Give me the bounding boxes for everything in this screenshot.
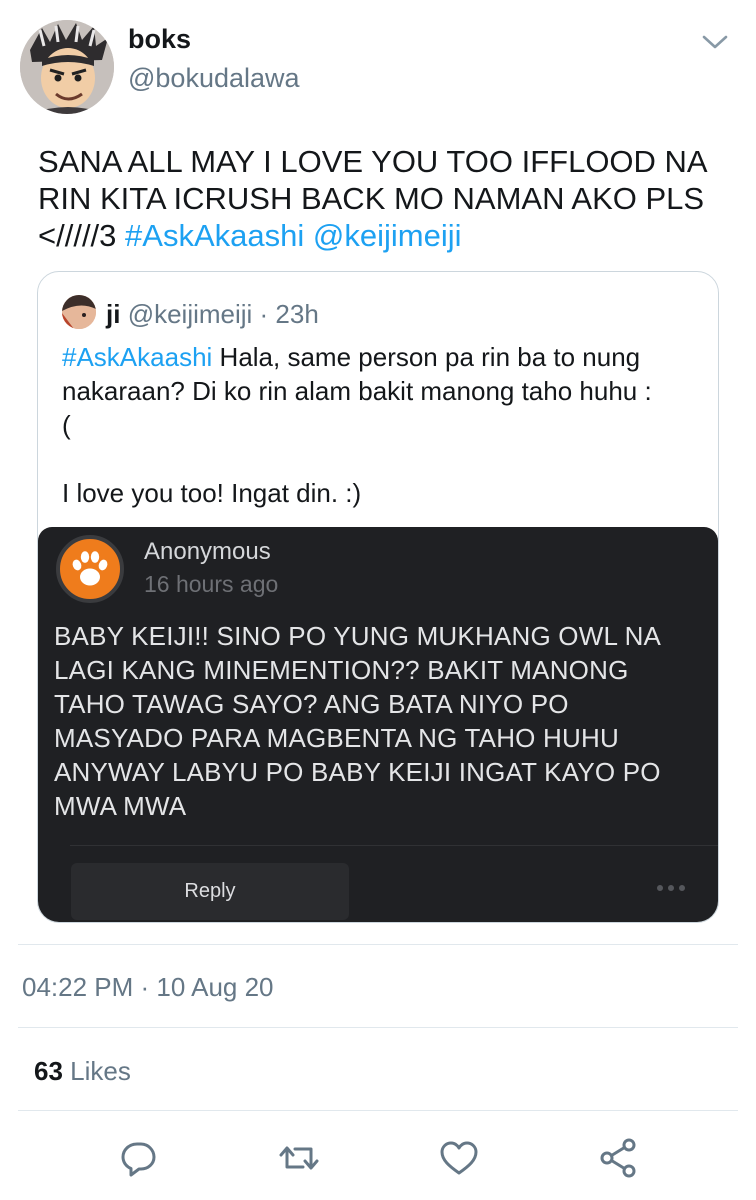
anonymous-question-card: Anonymous 16 hours ago BABY KEIJI!! SINO…: [38, 527, 718, 922]
more-dots-icon[interactable]: [656, 880, 686, 891]
tweet-timestamp[interactable]: 04:22 PM · 10 Aug 20: [22, 972, 274, 1003]
question-line: BABY KEIJI!! SINO PO YUNG MUKHANG OWL NA: [54, 621, 662, 651]
question-line: MASYADO PARA MAGBENTA NG TAHO HUHU: [54, 723, 619, 753]
likes-label: Likes: [70, 1056, 131, 1086]
mention-link[interactable]: @keijimeiji: [313, 218, 462, 253]
author-avatar[interactable]: [20, 20, 114, 114]
quoted-author-avatar[interactable]: [62, 295, 96, 329]
tweet-text-line: </////3 #AskAkaashi @keijimeiji: [38, 217, 728, 254]
divider: [18, 944, 738, 945]
anonymous-sender: Anonymous: [144, 538, 271, 565]
divider: [18, 1027, 738, 1028]
question-line: ANYWAY LABYU PO BABY KEIJI INGAT KAYO PO: [54, 757, 661, 787]
reply-button[interactable]: Reply: [71, 863, 349, 920]
question-line: TAHO TAWAG SAYO? ANG BATA NIYO PO: [54, 689, 569, 719]
likes-count[interactable]: 63 Likes: [34, 1056, 131, 1087]
question-message: BABY KEIJI!! SINO PO YUNG MUKHANG OWL NA…: [54, 619, 704, 823]
paw-icon: [72, 551, 108, 586]
quoted-meta: @keijimeiji · 23h: [127, 299, 319, 329]
question-time: 16 hours ago: [144, 571, 279, 597]
question-line: LAGI KANG MINEMENTION?? BAKIT MANONG: [54, 655, 629, 685]
quoted-text-line: I love you too! Ingat din. :): [62, 478, 362, 508]
author-avatar-illustration: [20, 20, 114, 114]
likes-number: 63: [34, 1056, 63, 1086]
quoted-hashtag-link[interactable]: #AskAkaashi: [62, 342, 212, 372]
retweet-icon[interactable]: [277, 1136, 321, 1180]
tweet-text-line: RIN KITA ICRUSH BACK MO NAMAN AKO PLS: [38, 181, 705, 216]
author-handle[interactable]: @bokudalawa: [128, 63, 300, 94]
tweet-text-tail: </////3: [38, 218, 117, 253]
quoted-display-name[interactable]: ji: [106, 299, 120, 329]
hashtag-link[interactable]: #AskAkaashi: [125, 218, 304, 253]
quoted-text: #AskAkaashi Hala, same person pa rin ba …: [62, 340, 702, 510]
question-line: MWA MWA: [54, 791, 187, 821]
like-icon[interactable]: [437, 1136, 481, 1180]
share-icon[interactable]: [597, 1136, 641, 1180]
reply-icon[interactable]: [117, 1136, 161, 1180]
quoted-text-blank-line: [62, 442, 702, 476]
tweet-text-line: SANA ALL MAY I LOVE YOU TOO IFFLOOD NA: [38, 144, 708, 179]
quoted-header: ji @keijimeiji · 23h: [106, 299, 319, 330]
quoted-text-line1-rest: Hala, same person pa rin ba to nung: [219, 342, 641, 372]
quoted-text-line: #AskAkaashi Hala, same person pa rin ba …: [62, 340, 702, 374]
quoted-text-line: (: [62, 410, 71, 440]
card-divider: [70, 845, 718, 846]
quoted-tweet[interactable]: ji @keijimeiji · 23h #AskAkaashi Hala, s…: [37, 271, 719, 923]
tweet-header: boks @bokudalawa: [0, 0, 756, 120]
chevron-down-icon[interactable]: [702, 34, 728, 50]
divider: [18, 1110, 738, 1111]
paw-avatar: [56, 535, 124, 603]
quoted-text-line: nakaraan? Di ko rin alam bakit manong ta…: [62, 376, 652, 406]
quoted-avatar-illustration: [62, 295, 96, 329]
tweet-text: SANA ALL MAY I LOVE YOU TOO IFFLOOD NA R…: [38, 143, 728, 254]
author-display-name[interactable]: boks: [128, 24, 191, 55]
